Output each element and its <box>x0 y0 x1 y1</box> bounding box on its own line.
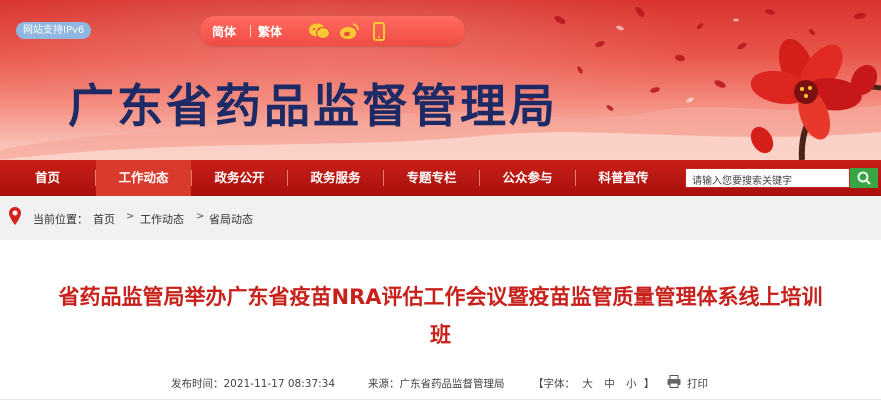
breadcrumb-prefix: 当前位置： <box>33 213 88 226</box>
article-title-line-1: 省药品监管局举办广东省疫苗NRA评估工作会议暨疫苗监管质量管理体系线上培训 <box>58 285 823 309</box>
source-label: 来源： <box>368 378 400 390</box>
font-size-close-bracket: 】 <box>643 378 655 390</box>
search-icon <box>857 171 871 185</box>
font-size-medium-button[interactable]: 中 <box>604 378 615 390</box>
site-title: 广东省药品监督管理局 <box>68 79 558 133</box>
print-link[interactable]: 打印 <box>687 376 708 391</box>
wechat-icon[interactable] <box>308 22 330 40</box>
publish-time: 2021-11-17 08:37:34 <box>223 378 336 390</box>
breadcrumb-current[interactable]: 省局动态 <box>209 211 253 227</box>
source-value: 广东省药品监督管理局 <box>399 378 505 390</box>
nav-item-home[interactable]: 首页 <box>0 160 95 196</box>
nav-item-work-news[interactable]: 工作动态 <box>96 160 191 196</box>
article-title-line-2: 班 <box>430 323 451 347</box>
font-size-large-button[interactable]: 大 <box>582 378 593 390</box>
search-box <box>685 168 858 191</box>
kapok-flower-decoration <box>750 38 881 160</box>
nav-item-special-topics[interactable]: 专题专栏 <box>384 160 479 196</box>
source-info: 来源：广东省药品监督管理局 <box>368 376 505 391</box>
weibo-icon[interactable] <box>338 22 360 40</box>
breadcrumb: 当前位置： 首页 > 工作动态 > 省局动态 <box>0 196 881 240</box>
lang-simplified-link[interactable]: 简体 <box>212 23 236 40</box>
nav-item-government-services[interactable]: 政务服务 <box>288 160 383 196</box>
font-size-label: 【字体： <box>533 378 575 390</box>
publish-info: 发布时间：2021-11-17 08:37:34 <box>171 376 335 391</box>
search-button[interactable] <box>850 168 878 188</box>
location-pin-icon <box>9 207 21 225</box>
printer-icon[interactable] <box>667 375 681 388</box>
toolbar-divider <box>250 25 251 37</box>
search-input[interactable] <box>686 172 858 191</box>
font-size-small-button[interactable]: 小 <box>626 378 637 390</box>
nav-item-science-popularization[interactable]: 科普宣传 <box>576 160 671 196</box>
article-title: 省药品监管局举办广东省疫苗NRA评估工作会议暨疫苗监管质量管理体系线上培训 班 <box>0 278 881 354</box>
breadcrumb-work-news-link[interactable]: 工作动态 <box>140 211 184 227</box>
nav-item-public-participation[interactable]: 公众参与 <box>480 160 575 196</box>
breadcrumb-separator: > <box>126 211 135 222</box>
breadcrumb-home-link[interactable]: 首页 <box>93 211 115 227</box>
breadcrumb-separator: > <box>196 211 205 222</box>
ipv6-badge: 网站支持IPv6 <box>16 22 92 39</box>
header-toolbar: 简体 繁体 <box>200 16 465 46</box>
publish-label: 发布时间： <box>171 378 224 390</box>
mobile-icon[interactable] <box>372 22 386 41</box>
lang-traditional-link[interactable]: 繁体 <box>258 23 282 40</box>
font-size-controls: 【字体： 大 中 小 】 <box>533 376 654 391</box>
nav-item-government-affairs[interactable]: 政务公开 <box>192 160 287 196</box>
header-banner: 网站支持IPv6 简体 繁体 广东省药品监督管理局 <box>0 0 881 160</box>
meta-divider <box>0 399 881 400</box>
